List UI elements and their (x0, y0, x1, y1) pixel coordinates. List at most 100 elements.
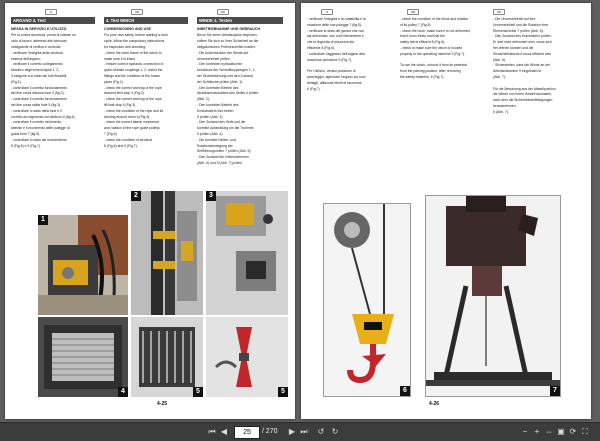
text-line: Seilführungsrollen 7 prüfen (Abb. 5). (197, 149, 252, 154)
text-line: - verificare lo stato del gancio che non (307, 28, 365, 33)
figure-number: 5 (193, 387, 203, 397)
text-line: - Den Zustand der Kettenklemmen (197, 155, 249, 160)
figure-2-limit-stop: 2 (131, 191, 203, 315)
text-line: Bevor Sie einen Arbeitszyklus beginnen, (197, 33, 258, 38)
english-column: - check the condition of the block and r… (400, 17, 484, 81)
text-line: Per l'utilizzo, vedasi posizione di (307, 69, 356, 74)
fit-width-icon[interactable]: ⇔ (544, 427, 554, 437)
figure-7-parking-stand: 7 (425, 195, 561, 397)
text-line: - controllare il corretto movimento (11, 120, 62, 125)
text-line: Er darf nicht deformiert sein, muss sich (493, 40, 552, 45)
text-line: Für die Benutzung aus der Abstellpositio… (493, 86, 556, 91)
text-line: - ensure correct hydraulic connection of (104, 62, 164, 67)
photo-drum (38, 317, 128, 397)
text-line: - Die Unversehrtheit auf ihre (493, 17, 536, 21)
text-line: - verificare il corretto collegamento (11, 62, 63, 67)
text-line: 8 (Fig.6) and 9 (Fig.7). (104, 143, 138, 148)
body-text: - Die Unversehrtheit auf ihre Unversehrt… (493, 17, 579, 114)
photo-shackle (206, 317, 288, 397)
text-line: lift limit stop 5 (Fig.3). (104, 102, 137, 107)
text-line: corretto avvolgimento sul tamburo 6 (fig… (11, 114, 76, 119)
text-line: - Den Zustand des Kranhakens prüfen: (493, 34, 552, 39)
body-text: Per la vostra sicurezza, prima di inizia… (11, 33, 95, 147)
text-line: - Sicherstellen, dass die Winde an der (493, 63, 551, 68)
rotate-icon[interactable]: ⟳ (568, 427, 578, 437)
figure-number: 3 (206, 191, 216, 201)
lang-tab-it: IT (321, 9, 333, 15)
fit-page-icon[interactable]: ▣ (556, 427, 566, 437)
text-line: idraulico degli innesti rapidi 1, 2, (11, 68, 60, 73)
text-line: - check the correct working of the rope (104, 97, 162, 102)
first-page-icon[interactable]: ⏮ (208, 427, 216, 437)
page-number: 4-25 (157, 401, 168, 407)
rotate-right-icon[interactable]: ↻ (330, 427, 340, 437)
text-line: - controllare il corretto funzionamento (11, 97, 67, 102)
text-line: Sicherheitslasche 8 muss effizient sein (493, 51, 552, 56)
text-line: (Abb. 2). (197, 97, 211, 102)
last-page-icon[interactable]: ⏭ (300, 427, 308, 437)
text-line: macchina operatrice 9 (Fig.7). (307, 57, 353, 62)
text-line: - controllare lo stato della fune e il (11, 108, 62, 113)
italian-column: - verificare l'integrità e la ruotabilit… (307, 17, 391, 92)
text-line: Per la vostra sicurezza, prima di inizia… (11, 33, 76, 38)
photo-pulleys (131, 317, 203, 397)
text-line: Rotationsbewegung der (197, 143, 233, 148)
body-text: - verificare l'integrità e la ruotabilit… (307, 17, 391, 91)
text-line: quick-release couplings 1, 2, check the (104, 68, 163, 73)
english-column: 4. Test WINCH COMMISSIONING AND USE For … (104, 17, 188, 149)
text-line: efficiente 8 (Fig.6). (307, 45, 336, 50)
zoom-in-icon[interactable]: + (532, 427, 542, 437)
text-line: 6 (Fig.7). (307, 86, 321, 91)
language-tabs: IT GB DE (321, 9, 531, 15)
text-line: frei drehen können und die (493, 45, 534, 50)
page-number-input[interactable]: 25 (234, 426, 260, 439)
zoom-out-icon[interactable]: − (520, 427, 530, 437)
text-line: (Abb. 7). (493, 74, 507, 79)
photo-rope-lift-limit (206, 191, 288, 315)
language-tabs: IT GB DE (45, 9, 255, 15)
text-line: - check the condition of the rope and it… (104, 108, 164, 113)
previous-page-icon[interactable]: ◀ (220, 427, 228, 437)
text-line: 6 (Abb. 7). (493, 109, 509, 114)
page-total: / 270 (262, 428, 278, 435)
section-subhead: INBETRIEBNAHME UND GEBRAUCH (197, 27, 261, 31)
text-line: - controllare l'aggancio dell'argano all… (307, 51, 365, 56)
text-line: - check to make sure the winch is hooked (400, 45, 463, 50)
photo-couplings (38, 215, 128, 315)
document-viewport[interactable]: IT GB DE ARGANO 4. Test MESSA IN SERVIZI… (0, 0, 600, 422)
figure-3-rope-lift-limit: 3 (206, 191, 288, 315)
text-line: 5 prüfen (Abb. 3). (197, 114, 224, 119)
text-line: der Stutzbedienung und den Zustand (197, 73, 253, 78)
text-line: esterna dell'argano. (11, 56, 41, 61)
figure-4-drum: 4 (38, 317, 128, 397)
figure-6-hook: 6 (323, 203, 411, 397)
text-line: - Die Außenstruktur der Winde auf (197, 50, 249, 55)
text-line: - check the hook; make sure it is not de… (400, 28, 471, 33)
text-line: Unversehrtheit und die Rotation ihrer (493, 22, 549, 27)
text-line: (Fig.1). (11, 79, 22, 84)
text-line: sollten Sie sich zu Ihrer Sicherheit an … (197, 39, 259, 44)
section-header: 4. Test WINCH (104, 17, 188, 24)
figure-5-rope-guide-pulleys: 5 (131, 317, 203, 397)
text-line: For your own safety, before starting a w… (104, 33, 169, 38)
rotate-left-icon[interactable]: ↺ (316, 427, 326, 437)
text-line: dettagli, affiancati riferiti di sicurez… (307, 80, 362, 85)
text-line: safety tab is efficient 8 (Fig.6). (400, 40, 446, 45)
text-line: Anschluss der Schnellkupplungen 1, 2, (197, 68, 256, 73)
text-line: and rotation of the rope guide pulleys (104, 126, 160, 131)
fullscreen-icon[interactable]: ⛶ (580, 427, 590, 437)
text-line: rotazione delle sue pulegge 7 (fig.5). (307, 22, 362, 27)
lang-tab-de: DE (493, 9, 505, 15)
text-line: Riemenscheibe 7 prüfen (Abb. 5). (493, 28, 544, 33)
text-line: 7 (Fig.5). (104, 131, 118, 136)
text-line: 6 prüfen (Abb. 4). (197, 131, 224, 136)
text-line: die Winde von ihrem Gestell aushaken, (493, 92, 552, 97)
next-page-icon[interactable]: ▶ (288, 427, 296, 437)
text-line: - Die korrekte Neben- und (197, 137, 237, 142)
text-line: - Den korrekten Betrieb des (197, 85, 239, 90)
text-line: sia deformato, che ruoti liberamente e (307, 34, 364, 39)
lang-tab-gb: GB (407, 9, 419, 15)
text-line: - verificare l'integrità e la ruotabilit… (307, 17, 366, 21)
drawing-hook (324, 204, 410, 396)
text-line: del fine corsa discesa fune 4 (fig.2). (11, 91, 65, 96)
